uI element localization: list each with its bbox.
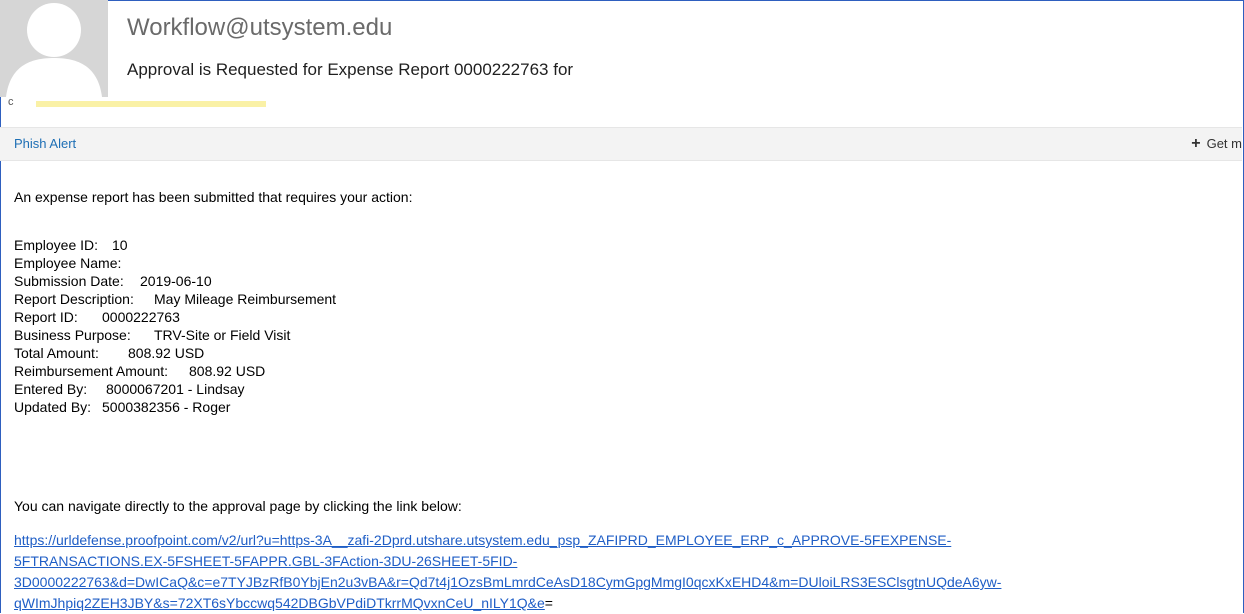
link-trailing-char: = — [544, 595, 553, 611]
get-more-addins-button[interactable]: + Get m — [1191, 135, 1242, 153]
field-value: 808.92 USD — [189, 363, 266, 379]
get-more-label: Get m — [1206, 136, 1242, 151]
person-silhouette-icon — [0, 0, 108, 97]
field-value: 5000382356 - Roger — [102, 399, 231, 415]
field-label: Reimbursement Amount: — [14, 363, 169, 379]
field-label: Updated By: — [14, 399, 92, 415]
field-row: Report Description: May Mileage Reimburse… — [14, 290, 336, 308]
field-row: Submission Date: 2019-06-10 — [14, 272, 336, 290]
field-row: Report ID: 0000222763 — [14, 308, 336, 326]
field-value: 10 — [112, 237, 128, 253]
field-label: Employee ID: — [14, 237, 99, 253]
field-label: Business Purpose: — [14, 327, 131, 343]
navigate-instructions: You can navigate directly to the approva… — [14, 498, 462, 514]
plus-icon: + — [1191, 135, 1201, 152]
approval-link-block: https://urldefense.proofpoint.com/v2/url… — [14, 530, 1244, 614]
approval-link[interactable]: 3D0000222763&d=DwICaQ&c=e7TYJBzRfB0YbjEn… — [14, 574, 1001, 590]
field-value: 0000222763 — [102, 309, 180, 325]
expense-fields: Employee ID: 10 Employee Name: Submission… — [14, 236, 336, 416]
field-value: 2019-06-10 — [140, 273, 212, 289]
approval-link[interactable]: 5FTRANSACTIONS.EX-5FSHEET-5FAPPR.GBL-3FA… — [14, 553, 517, 569]
field-label: Total Amount: — [14, 345, 99, 361]
field-row: Business Purpose: TRV-Site or Field Visit — [14, 326, 336, 344]
intro-text: An expense report has been submitted tha… — [14, 189, 413, 205]
field-value: 808.92 USD — [128, 345, 205, 361]
field-row: Entered By: 8000067201 - Lindsay — [14, 380, 336, 398]
approval-link[interactable]: https://urldefense.proofpoint.com/v2/url… — [14, 532, 951, 548]
field-value: 8000067201 - Lindsay — [106, 381, 245, 397]
field-row: Updated By: 5000382356 - Roger — [14, 398, 336, 416]
sender-address: Workflow@utsystem.edu — [127, 14, 393, 41]
field-label: Report Description: — [14, 291, 134, 307]
field-row: Employee ID: 10 — [14, 236, 336, 254]
field-label: Employee Name: — [14, 255, 122, 271]
field-label: Entered By: — [14, 381, 88, 397]
addin-toolbar: Phish Alert + Get m — [0, 127, 1242, 161]
sender-avatar — [0, 0, 108, 97]
approval-link[interactable]: qWImJhpiq2ZEH3JBY&s=72XT6sYbccwq542DBGbV… — [14, 595, 545, 611]
email-subject: Approval is Requested for Expense Report… — [127, 60, 574, 79]
redacted-recipient — [36, 101, 266, 107]
recipient-stub: c — [8, 96, 14, 108]
phish-alert-button[interactable]: Phish Alert — [14, 136, 76, 151]
field-row: Employee Name: — [14, 254, 336, 272]
field-row: Reimbursement Amount: 808.92 USD — [14, 362, 336, 380]
field-label: Submission Date: — [14, 273, 124, 289]
field-label: Report ID: — [14, 309, 78, 325]
field-value: TRV-Site or Field Visit — [154, 327, 291, 343]
field-value: May Mileage Reimbursement — [154, 291, 337, 307]
field-row: Total Amount: 808.92 USD — [14, 344, 336, 362]
